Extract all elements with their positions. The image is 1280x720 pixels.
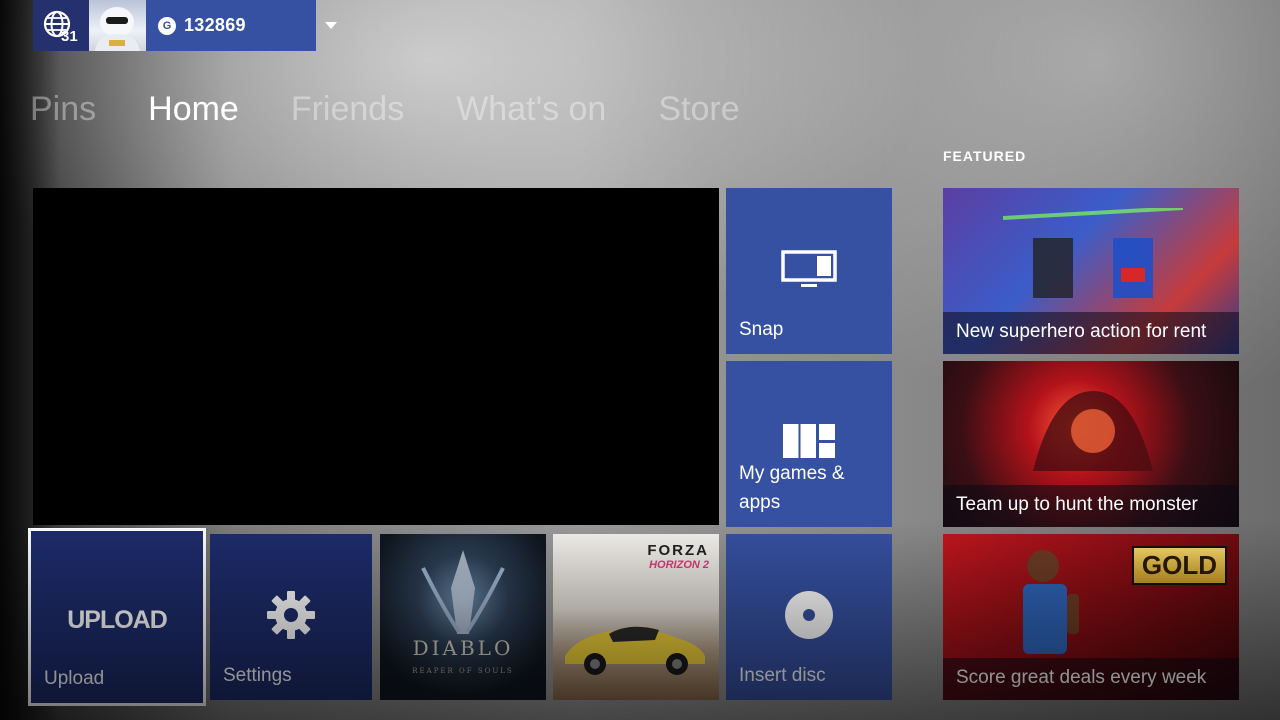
gamerscore-bar[interactable]: G 132869 (146, 0, 316, 51)
car-artwork (565, 626, 705, 675)
game-tile-diablo[interactable]: DIABLO REAPER OF SOULS (380, 534, 546, 700)
game-tile-forza[interactable]: FORZA HORIZON 2 (553, 534, 719, 700)
avatar-image (95, 7, 140, 51)
diablo-title: DIABLO (412, 636, 514, 660)
featured-caption: Score great deals every week (956, 667, 1207, 688)
insert-disc-tile[interactable]: Insert disc (726, 534, 892, 700)
my-games-apps-label: My games & apps (739, 463, 845, 513)
featured-caption-bar: Team up to hunt the monster (943, 485, 1239, 527)
profile-dropdown-button[interactable] (316, 0, 346, 51)
tab-whats-on[interactable]: What's on (456, 90, 606, 129)
tab-friends[interactable]: Friends (291, 90, 404, 129)
featured-tile-superhero[interactable]: New superhero action for rent (943, 188, 1239, 354)
tab-store[interactable]: Store (658, 90, 739, 129)
gamerscore-value: 132869 (184, 15, 246, 35)
settings-label: Settings (223, 665, 292, 686)
monster-artwork (1033, 391, 1153, 471)
gamerscore-badge: G (158, 16, 176, 35)
diablo-artwork (421, 550, 505, 634)
diablo-subtitle: REAPER OF SOULS (412, 667, 514, 675)
gold-badge: GOLD (1131, 546, 1227, 585)
my-games-apps-tile[interactable]: My games & apps (726, 361, 892, 527)
tab-pins[interactable]: Pins (30, 90, 96, 129)
snap-tile[interactable]: Snap (726, 188, 892, 354)
featured-caption-bar: New superhero action for rent (943, 312, 1239, 354)
caret-down-icon (325, 21, 337, 29)
forza-subtitle: HORIZON 2 (649, 559, 709, 571)
upload-logo: UPLOAD (67, 606, 168, 634)
upload-tile[interactable]: UPLOAD Upload (28, 528, 206, 706)
now-playing-tile[interactable] (33, 188, 719, 525)
notification-count: 31 (61, 28, 78, 45)
featured-caption: Team up to hunt the monster (956, 494, 1198, 515)
snap-label: Snap (739, 319, 784, 340)
snap-icon (781, 250, 837, 287)
featured-heading: FEATURED (943, 148, 1027, 164)
forza-title: FORZA (647, 542, 709, 559)
featured-tile-monster[interactable]: Team up to hunt the monster (943, 361, 1239, 527)
games-apps-icon (783, 424, 835, 458)
featured-caption-bar: Score great deals every week (943, 658, 1239, 700)
notifications-button[interactable]: 31 (33, 0, 89, 51)
insert-disc-label: Insert disc (739, 665, 826, 686)
tab-home[interactable]: Home (148, 90, 239, 129)
superhero-artwork (1003, 208, 1183, 298)
featured-tile-gold[interactable]: GOLD Score great deals every week (943, 534, 1239, 700)
pivot-nav: Pins Home Friends What's on Store (30, 90, 740, 129)
featured-caption: New superhero action for rent (956, 321, 1207, 342)
disc-icon (785, 591, 833, 639)
profile-bar: 31 G 132869 (33, 0, 346, 51)
settings-tile[interactable]: Settings (210, 534, 372, 700)
athlete-artwork (1023, 550, 1079, 654)
forza-logo: FORZA HORIZON 2 (647, 542, 709, 571)
upload-label: Upload (44, 668, 105, 689)
avatar[interactable] (89, 0, 146, 51)
gear-icon (267, 591, 315, 639)
